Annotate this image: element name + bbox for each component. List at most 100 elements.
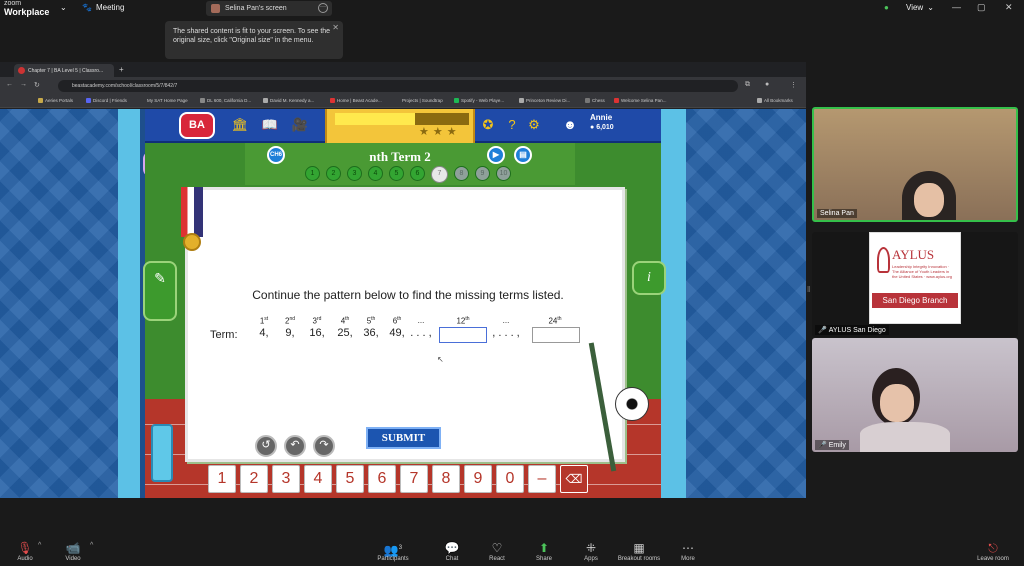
splitter-handle-icon[interactable]: ‖	[807, 285, 810, 294]
problem-dot-current[interactable]: 7	[431, 166, 448, 183]
key-2[interactable]: 2	[240, 465, 268, 493]
share-options-icon[interactable]: ···	[318, 3, 328, 13]
forward-icon[interactable]: →	[20, 81, 27, 88]
browser-tab[interactable]: Chapter 7 | BA Level 5 | Classro...	[14, 64, 114, 77]
participant-name: Selina Pan	[817, 209, 857, 218]
chat-button[interactable]: 💬 Chat	[427, 540, 477, 562]
close-icon[interactable]: ✕	[1005, 2, 1013, 13]
view-menu[interactable]: View ⌄	[906, 3, 934, 12]
bookmark-item[interactable]: Home | Beast Acade...	[330, 98, 382, 103]
term-column: 24th	[548, 316, 562, 326]
key-5[interactable]: 5	[336, 465, 364, 493]
leave-room-button[interactable]: ⎋ Leave room	[968, 540, 1018, 562]
bookmark-item[interactable]: Welcome Selina Pan...	[614, 98, 666, 103]
avatar-icon[interactable]: ☻	[561, 116, 579, 134]
url-bar[interactable]: beastacademy.com/school/classroom/5/7/84…	[58, 80, 738, 92]
screen-share-indicator[interactable]: Selina Pan's screen ···	[206, 1, 332, 16]
problem-dot[interactable]: 2	[326, 166, 341, 181]
settings-icon[interactable]: ⚙	[525, 116, 543, 134]
bookmark-item[interactable]: Discord | Friends	[86, 98, 127, 103]
bookmark-item[interactable]: Princeton Review Di...	[519, 98, 570, 103]
progress-fill	[335, 113, 415, 125]
problem-dots: 1 2 3 4 5 6 7 8 9 10	[305, 166, 511, 183]
bookmark-item[interactable]: Aeries Portals	[38, 98, 73, 103]
bookmark-item[interactable]: David M. Kennedy a...	[263, 98, 314, 103]
share-button[interactable]: ⬆ Share	[519, 540, 569, 562]
breakout-rooms-button[interactable]: ▦ Breakout rooms	[614, 540, 664, 562]
participants-button[interactable]: 👥3 Participants	[368, 540, 418, 562]
award-icon[interactable]: ✪	[479, 116, 497, 134]
react-button[interactable]: ♡ React	[472, 540, 522, 562]
extensions-icon[interactable]: ⧉	[745, 81, 750, 89]
redo-icon[interactable]: ↷	[313, 435, 335, 457]
video-chevron-icon[interactable]: ^	[90, 542, 93, 549]
pencil-tool-button[interactable]: ✎	[143, 261, 177, 321]
right-stripe	[661, 109, 686, 498]
meeting-menu-chevron-icon[interactable]: ⌄	[60, 3, 67, 12]
problem-dot[interactable]: 1	[305, 166, 320, 181]
browser-menu-icon[interactable]: ⋮	[790, 81, 797, 89]
apps-button[interactable]: ⁜ Apps	[566, 540, 616, 562]
key-6[interactable]: 6	[368, 465, 396, 493]
answer-input-12th[interactable]	[439, 327, 487, 343]
minimize-icon[interactable]: —	[952, 2, 961, 12]
shared-browser-window: Chapter 7 | BA Level 5 | Classro... + ← …	[0, 62, 806, 498]
more-button[interactable]: ⋯ More	[663, 540, 713, 562]
key-8[interactable]: 8	[432, 465, 460, 493]
problem-dot[interactable]: 4	[368, 166, 383, 181]
close-tooltip-icon[interactable]: ✕	[332, 23, 339, 32]
answer-input-24th[interactable]	[532, 327, 580, 343]
video-icon[interactable]: 🎥	[291, 116, 309, 134]
reset-icon[interactable]: ↺	[255, 435, 277, 457]
term-column: ... , . . . ,	[492, 316, 520, 339]
key-0[interactable]: 0	[496, 465, 524, 493]
meeting-menu[interactable]: 🐾 Meeting	[82, 3, 124, 12]
term-label: Term:	[210, 329, 238, 341]
reload-icon[interactable]: ↻	[34, 81, 40, 89]
coin-balance: ● 6,010	[590, 124, 614, 131]
participant-face	[914, 183, 944, 217]
key-1[interactable]: 1	[208, 465, 236, 493]
problem-dot[interactable]: 5	[389, 166, 404, 181]
lesson-title: nth Term 2	[369, 149, 431, 164]
bookmark-item[interactable]: My SAT Home Page	[147, 98, 188, 103]
help-icon[interactable]: ?	[503, 116, 521, 134]
bookmark-item[interactable]: Spotify - Web Playe...	[454, 98, 504, 103]
chapter-chip[interactable]: CH6	[267, 146, 285, 164]
maximize-icon[interactable]: ▢	[977, 2, 986, 13]
key-3[interactable]: 3	[272, 465, 300, 493]
new-tab-icon[interactable]: +	[119, 65, 124, 74]
user-info[interactable]: Annie ● 6,010	[590, 113, 614, 131]
problem-dot[interactable]: 6	[410, 166, 425, 181]
bookmark-item[interactable]: Chess	[585, 98, 605, 103]
bookmark-item[interactable]: Projects | Soundtrap	[402, 98, 443, 103]
play-icon[interactable]: ▶	[487, 146, 505, 164]
water-bottle-decoration	[151, 424, 173, 482]
info-icon[interactable]: i	[632, 261, 666, 295]
share-screen-icon: ⬆	[538, 541, 550, 555]
ba-logo[interactable]: BA	[179, 112, 215, 139]
school-icon[interactable]: 🏛	[231, 116, 249, 134]
profile-icon[interactable]: ●	[765, 81, 769, 88]
audio-chevron-icon[interactable]: ^	[38, 542, 41, 549]
back-icon[interactable]: ←	[6, 81, 13, 88]
backspace-icon[interactable]: ⌫	[560, 465, 588, 493]
all-bookmarks[interactable]: All Bookmarks	[757, 98, 793, 103]
book-icon[interactable]: 📖	[261, 116, 279, 134]
key-minus[interactable]: –	[528, 465, 556, 493]
audio-button[interactable]: 🎙 Audio	[0, 540, 50, 562]
undo-icon[interactable]: ↶	[284, 435, 306, 457]
submit-button[interactable]: SUBMIT	[366, 427, 441, 449]
video-tile-selina[interactable]: Selina Pan	[812, 107, 1018, 222]
term-column: 1st 4,	[259, 316, 269, 339]
bookmark-item[interactable]: DL 600, California D...	[200, 98, 251, 103]
key-9[interactable]: 9	[464, 465, 492, 493]
guide-book-icon[interactable]: ▤	[514, 146, 532, 164]
video-tile-aylus[interactable]: AYLUS Leadership Integrity Innovation · …	[812, 232, 1018, 337]
key-7[interactable]: 7	[400, 465, 428, 493]
shield-icon[interactable]: ●	[884, 3, 889, 12]
key-4[interactable]: 4	[304, 465, 332, 493]
video-tile-emily[interactable]: 🎤 Emily	[812, 338, 1018, 452]
participant-name: 🎤 Emily	[815, 440, 849, 450]
problem-dot[interactable]: 3	[347, 166, 362, 181]
